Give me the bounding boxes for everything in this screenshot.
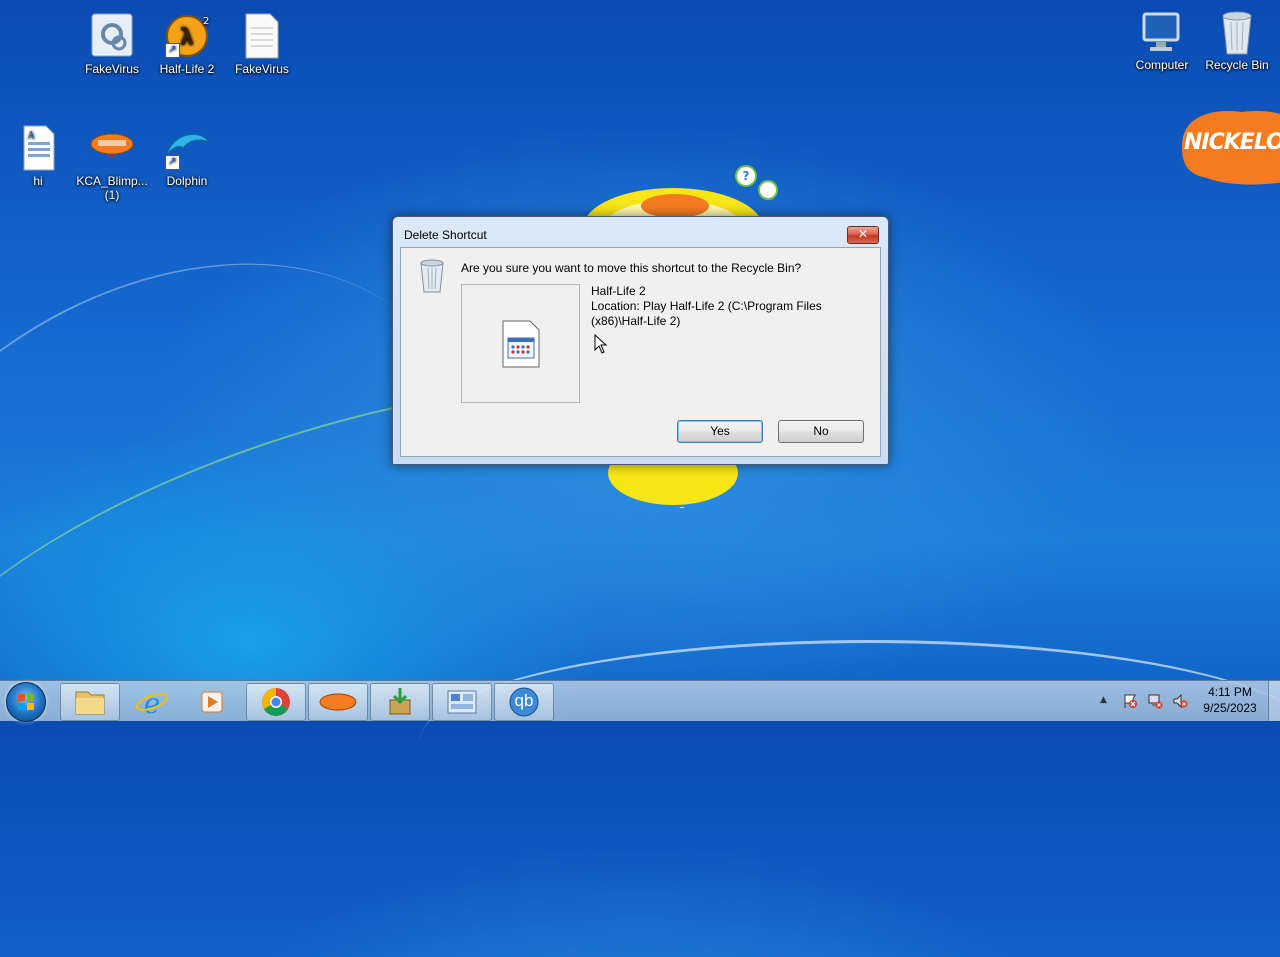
desktop-icon-kca-blimp[interactable]: KCA_Blimp... (1) (76, 124, 148, 202)
windows-logo-icon (18, 694, 34, 710)
qbittorrent-label: qb (514, 691, 534, 710)
application-icon (502, 320, 540, 371)
dialog-body: Are you sure you want to move this short… (400, 247, 881, 457)
taskbar-file-explorer[interactable] (60, 683, 120, 721)
taskbar-internet-explorer[interactable]: e (122, 683, 182, 721)
taskbar-installer[interactable] (370, 683, 430, 721)
help-icon[interactable]: ? (735, 165, 757, 187)
shortcut-name: Half-Life 2 (591, 284, 646, 298)
document-icon: A (14, 124, 62, 172)
desktop-icon-hi[interactable]: A hi (2, 124, 74, 188)
taskbar-media-player[interactable] (182, 683, 242, 721)
confirmation-question: Are you sure you want to move this short… (461, 261, 802, 275)
desktop-icon-label: Computer (1135, 58, 1189, 72)
desktop-icon-dolphin[interactable]: ↗ Dolphin (151, 124, 223, 188)
media-player-icon (201, 691, 223, 713)
desktop-icon-label: Recycle Bin (1205, 58, 1269, 72)
taskbar-chrome[interactable] (246, 683, 306, 721)
nickelodeon-logo-text: NICKELOD (1184, 130, 1280, 155)
yes-button[interactable]: Yes (677, 420, 763, 443)
desktop-icon-label: FakeVirus (235, 62, 289, 76)
clock-time: 4:11 PM (1208, 685, 1252, 699)
shortcut-preview (461, 284, 580, 403)
taskbar-qbittorrent[interactable]: qb (494, 683, 554, 721)
clock[interactable]: 4:11 PM 9/25/2023 (1196, 685, 1264, 715)
start-button[interactable] (6, 682, 46, 722)
desktop-icon-computer[interactable]: Computer (1126, 8, 1198, 72)
nickelodeon-logo: NICKELOD (1172, 106, 1280, 188)
desktop-icon-half-life-2[interactable]: λ2 ↗ Half-Life 2 (151, 12, 223, 76)
close-button[interactable]: ✕ (847, 226, 879, 244)
action-center-flag-icon[interactable] (1122, 693, 1138, 709)
taskbar: e qb ▲ 4:11 PM 9/25/2023 (0, 680, 1280, 722)
shortcut-arrow-icon: ↗ (165, 43, 180, 58)
volume-muted-icon[interactable] (1172, 693, 1188, 709)
taskbar-control-panel[interactable] (432, 683, 492, 721)
shortcut-info: Half-Life 2 Location: Play Half-Life 2 (… (591, 284, 851, 329)
blimp-icon (88, 124, 136, 172)
svg-text:2: 2 (203, 16, 209, 27)
recycle-bin-icon (1213, 8, 1261, 56)
clock-date: 9/25/2023 (1203, 701, 1257, 715)
control-panel-icon (447, 690, 477, 714)
desktop-icon-label: Dolphin (166, 174, 208, 188)
desktop-icon-label: KCA_Blimp... (1) (76, 174, 148, 202)
desktop-icon-recycle-bin[interactable]: Recycle Bin (1201, 8, 1273, 72)
shortcut-location: Location: Play Half-Life 2 (C:\Program F… (591, 299, 822, 328)
dialog-titlebar[interactable]: Delete Shortcut ✕ (393, 217, 888, 251)
desktop-icon-label: Half-Life 2 (159, 62, 215, 76)
dolphin-icon: ↗ (163, 124, 211, 172)
text-file-icon (238, 12, 286, 60)
shortcut-arrow-icon: ↗ (165, 155, 180, 170)
blimp-icon (319, 693, 357, 711)
desktop-icon-fakevirus-1[interactable]: FakeVirus (76, 12, 148, 76)
settings-file-icon (88, 12, 136, 60)
desktop-icon-label: FakeVirus (85, 62, 139, 76)
recycle-bin-icon (417, 258, 447, 297)
desktop-icon-label: hi (33, 174, 43, 188)
dialog-title: Delete Shortcut (404, 228, 487, 242)
folder-icon (75, 691, 105, 715)
show-hidden-icons-button[interactable]: ▲ (1100, 695, 1107, 705)
installer-icon (389, 688, 411, 715)
taskbar-nickelodeon-blimp[interactable] (308, 683, 368, 721)
svg-text:A: A (27, 131, 35, 141)
desktop-icon-fakevirus-2[interactable]: FakeVirus (226, 12, 298, 76)
show-desktop-button[interactable] (1268, 681, 1280, 721)
network-icon[interactable] (1147, 693, 1163, 709)
half-life-icon: λ2 ↗ (163, 12, 211, 60)
delete-shortcut-dialog: Delete Shortcut ✕ Are you sure you want … (392, 216, 889, 465)
resize-icon[interactable] (758, 180, 778, 200)
computer-icon (1138, 8, 1186, 56)
svg-text:λ: λ (180, 25, 194, 50)
internet-explorer-icon: e (135, 687, 169, 720)
svg-text:e: e (144, 687, 161, 720)
wallpaper-streak (420, 640, 1280, 843)
chrome-icon (262, 688, 290, 716)
no-button[interactable]: No (778, 420, 864, 443)
mouse-cursor (594, 333, 608, 357)
